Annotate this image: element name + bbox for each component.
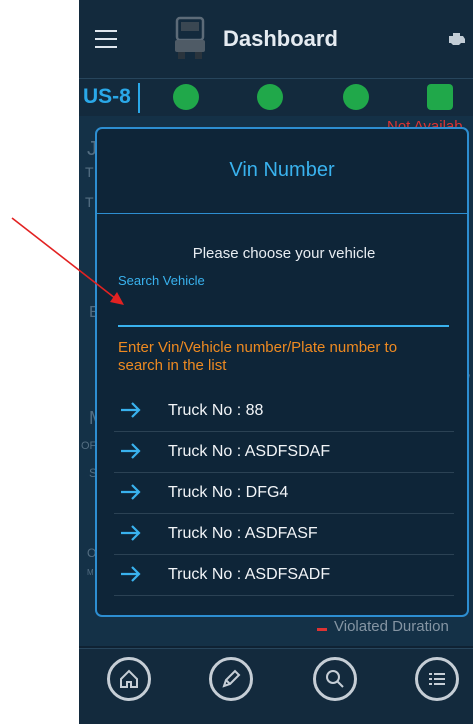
bottom-navigation <box>79 648 473 724</box>
tab-bar: US-8 <box>79 78 473 117</box>
violated-duration-label: Violated Duration <box>334 618 449 635</box>
calendar-icon[interactable] <box>427 84 453 110</box>
violated-legend-marker <box>317 628 327 631</box>
search-hint: Enter Vin/Vehicle number/Plate number to… <box>118 339 398 374</box>
vehicle-label: Truck No : DFG4 <box>168 484 289 501</box>
vehicle-label: Truck No : ASDFSDAF <box>168 443 331 460</box>
vin-number-dialog: Vin Number Please choose your vehicle Se… <box>95 127 469 617</box>
arrow-right-icon <box>121 525 141 541</box>
vehicle-list-item[interactable]: Truck No : ASDFSDAF <box>114 432 454 473</box>
truck-logo-icon <box>175 16 205 59</box>
search-vehicle-label: Search Vehicle <box>118 273 205 288</box>
bg-text: M <box>87 568 94 577</box>
vehicle-list-item[interactable]: Truck No : DFG4 <box>114 473 454 514</box>
home-icon[interactable] <box>107 657 151 701</box>
search-vehicle-input[interactable] <box>118 291 449 327</box>
vehicle-list-item[interactable]: Truck No : ASDFASF <box>114 514 454 555</box>
pencil-icon[interactable] <box>209 657 253 701</box>
bg-text: T <box>85 194 94 210</box>
vehicle-list-item[interactable]: Truck No : ASDFSADF <box>114 555 454 596</box>
bg-text: T <box>85 164 94 180</box>
vehicle-label: Truck No : ASDFSADF <box>168 566 331 583</box>
arrow-right-icon <box>121 484 141 500</box>
page-title: Dashboard <box>223 26 338 51</box>
engine-icon[interactable] <box>447 30 467 46</box>
vehicle-list-item[interactable]: Truck No : 88 <box>114 391 454 432</box>
list-menu-icon[interactable] <box>415 657 459 701</box>
vehicle-label: Truck No : ASDFASF <box>168 525 318 542</box>
vehicle-list: Truck No : 88 Truck No : ASDFSDAF Truck … <box>114 391 454 596</box>
driver-status-icon[interactable] <box>257 84 283 110</box>
arrow-right-icon <box>121 443 141 459</box>
arrow-right-icon <box>121 402 141 418</box>
divider <box>138 83 140 113</box>
vehicle-label: Truck No : 88 <box>168 402 264 419</box>
sync-icon[interactable] <box>343 84 369 110</box>
driver-icon[interactable] <box>173 84 199 110</box>
top-app-bar: Dashboard <box>79 0 473 78</box>
arrow-right-icon <box>121 566 141 582</box>
choose-vehicle-prompt: Please choose your vehicle <box>192 245 376 262</box>
search-icon[interactable] <box>313 657 357 701</box>
dialog-title: Vin Number <box>229 159 335 181</box>
bg-text: OF <box>81 440 97 452</box>
us-cycle-label: US-8 <box>83 85 131 108</box>
hamburger-menu-icon[interactable] <box>95 30 117 48</box>
dialog-divider <box>97 213 467 214</box>
